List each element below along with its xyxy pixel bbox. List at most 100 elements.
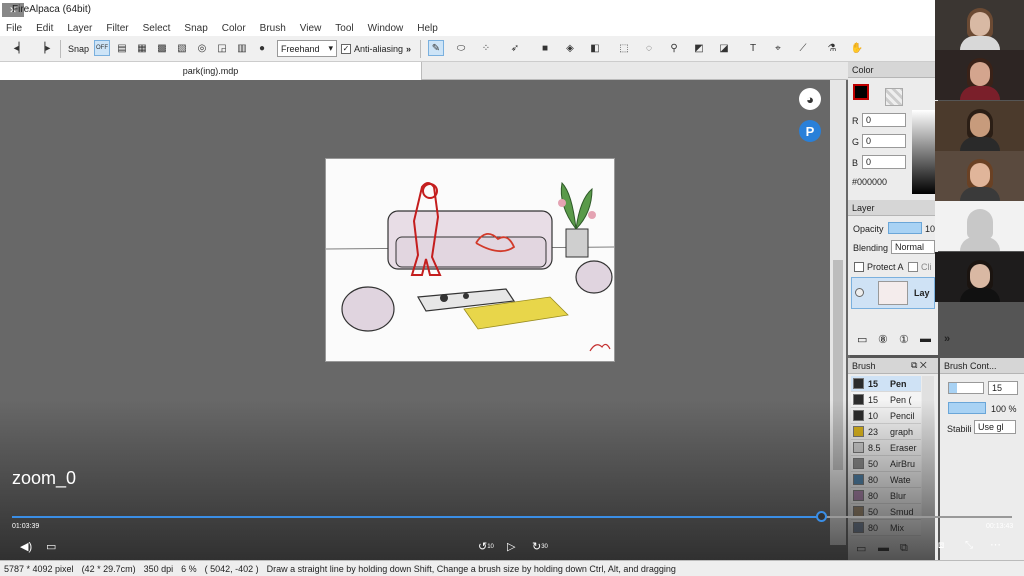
participant-tile[interactable] [935,50,1024,100]
brush-size-field[interactable]: 15 [988,381,1018,395]
snap-curve-icon[interactable]: ◲ [214,40,230,56]
eraser-tool-icon[interactable]: ⬭ [453,40,469,56]
participant-tile[interactable] [935,201,1024,251]
picture-in-picture-icon[interactable]: ⧈ [938,540,944,551]
primary-color-swatch[interactable] [853,84,869,100]
exit-fullscreen-icon[interactable]: ⤡ [965,540,973,551]
new-8bit-layer-icon[interactable]: ⑧ [878,333,888,346]
r-field[interactable]: 0 [862,113,906,127]
participant-tile[interactable] [935,0,1024,50]
move-tool-icon[interactable]: ➶ [507,40,523,56]
menu-brush[interactable]: Brush [260,23,286,34]
document-tab[interactable]: park(ing).mdp [0,62,422,80]
gradient-tool-icon[interactable]: ◧ [587,40,603,56]
snap-crisscross-icon[interactable]: ▩ [154,40,170,56]
folder-icon[interactable]: ▬ [920,333,931,345]
next-icon[interactable]: ▕▸ [36,40,52,56]
protect-alpha-checkbox[interactable] [854,262,864,272]
brush-item[interactable]: 15 Pen [851,376,921,392]
volume-icon[interactable]: ◀) [20,540,32,553]
menu-file[interactable]: File [6,23,22,34]
avatar [970,264,990,288]
menu-window[interactable]: Window [368,23,404,34]
play-icon[interactable]: ▷ [507,540,515,553]
hand-tool-icon[interactable]: ✋ [849,40,865,56]
status-image-size-cm: (42 * 29.7cm) [81,563,136,574]
anti-aliasing-label: Anti-aliasing [354,43,404,54]
prev-icon[interactable]: ◂▏ [12,40,28,56]
alpaca-mascot-icon[interactable]: ◕ [799,88,821,110]
menu-help[interactable]: Help [417,23,438,34]
divide-tool-icon[interactable]: ⟋ [795,40,811,56]
layer-thumbnail [878,281,908,305]
select-eraser-icon[interactable]: ◪ [716,40,732,56]
paint-tool-icon[interactable]: P [799,120,821,142]
select-tool-icon[interactable]: ⬚ [616,40,632,56]
new-1bit-layer-icon[interactable]: ① [899,333,909,346]
avatar [970,213,990,237]
participant-tile[interactable] [935,252,1024,302]
video-scrubber[interactable] [816,511,827,522]
forward-button[interactable]: ↻ 30 [532,540,548,553]
snap-off-button[interactable]: OFF [94,40,110,56]
snap-diagonal-icon[interactable]: ▧ [174,40,190,56]
brush-opacity-value: 100 % [991,404,1017,414]
dot-tool-icon[interactable]: ⁘ [478,40,494,56]
artwork-canvas[interactable] [325,158,615,362]
more-options-icon[interactable]: ⋯ [990,538,1001,551]
menu-color[interactable]: Color [222,23,246,34]
opacity-slider[interactable] [888,222,922,234]
rewind-label: 10 [487,543,494,550]
clipping-checkbox[interactable] [908,262,918,272]
brush-name: Pen [890,378,907,389]
participant-body [960,36,1000,50]
menu-view[interactable]: View [300,23,322,34]
brush-panel-options-icon[interactable]: ⧉ ✕ [911,360,927,371]
anti-aliasing-toggle[interactable]: ✓ Anti-aliasing [341,40,403,57]
snap-parallel-icon[interactable]: ▤ [114,40,130,56]
snap-perspective-icon[interactable]: ▥ [234,40,250,56]
stabilizer-label: Stabili [947,424,972,434]
participant-body [960,288,1000,302]
snap-radial-icon[interactable]: ◎ [194,40,210,56]
snap-point-icon[interactable]: ● [254,40,270,56]
chevron-down-icon: ▾ [328,43,333,53]
text-tool-icon[interactable]: T [745,40,761,56]
pen-tool-icon[interactable]: ✎ [428,40,444,56]
toolbar-overflow-icon[interactable]: » [406,40,411,57]
layer-panel-overflow-icon[interactable]: » [944,333,950,345]
eyedropper-icon[interactable]: ⚗ [824,40,840,56]
g-field[interactable]: 0 [862,134,906,148]
stabilizer-select[interactable]: Use gl [974,420,1016,434]
participant-tile[interactable] [935,151,1024,201]
eye-icon[interactable] [855,288,864,297]
brush-opacity-slider[interactable] [948,402,986,414]
participant-tile[interactable] [935,101,1024,151]
transparent-color-swatch[interactable] [885,88,903,106]
brush-size-slider[interactable] [948,382,984,394]
operation-tool-icon[interactable]: ⌖ [770,40,786,56]
select-pen-icon[interactable]: ◩ [691,40,707,56]
magic-wand-icon[interactable]: ⚲ [666,40,682,56]
r-label: R [852,116,859,126]
menu-edit[interactable]: Edit [36,23,53,34]
status-dpi: 350 dpi [143,563,174,574]
menu-snap[interactable]: Snap [184,23,207,34]
b-field[interactable]: 0 [862,155,906,169]
captions-icon[interactable]: ▭ [46,540,56,553]
bucket-tool-icon[interactable]: ◈ [562,40,578,56]
menu-filter[interactable]: Filter [106,23,128,34]
rewind-button[interactable]: ↺ 10 [478,540,494,553]
new-layer-icon[interactable]: ▭ [857,333,867,346]
menu-tool[interactable]: Tool [335,23,353,34]
menu-layer[interactable]: Layer [67,23,92,34]
snap-grid-icon[interactable]: ▦ [134,40,150,56]
video-progress-bar[interactable] [12,516,1012,518]
color-picker-gradient[interactable] [912,110,936,194]
lasso-tool-icon[interactable]: ◌ [641,40,657,56]
blending-select[interactable]: Normal [891,240,935,254]
fill-tool-icon[interactable]: ■ [537,40,553,56]
avatar [970,12,990,36]
stroke-mode-select[interactable]: Freehand ▾ [277,40,337,57]
menu-select[interactable]: Select [143,23,171,34]
